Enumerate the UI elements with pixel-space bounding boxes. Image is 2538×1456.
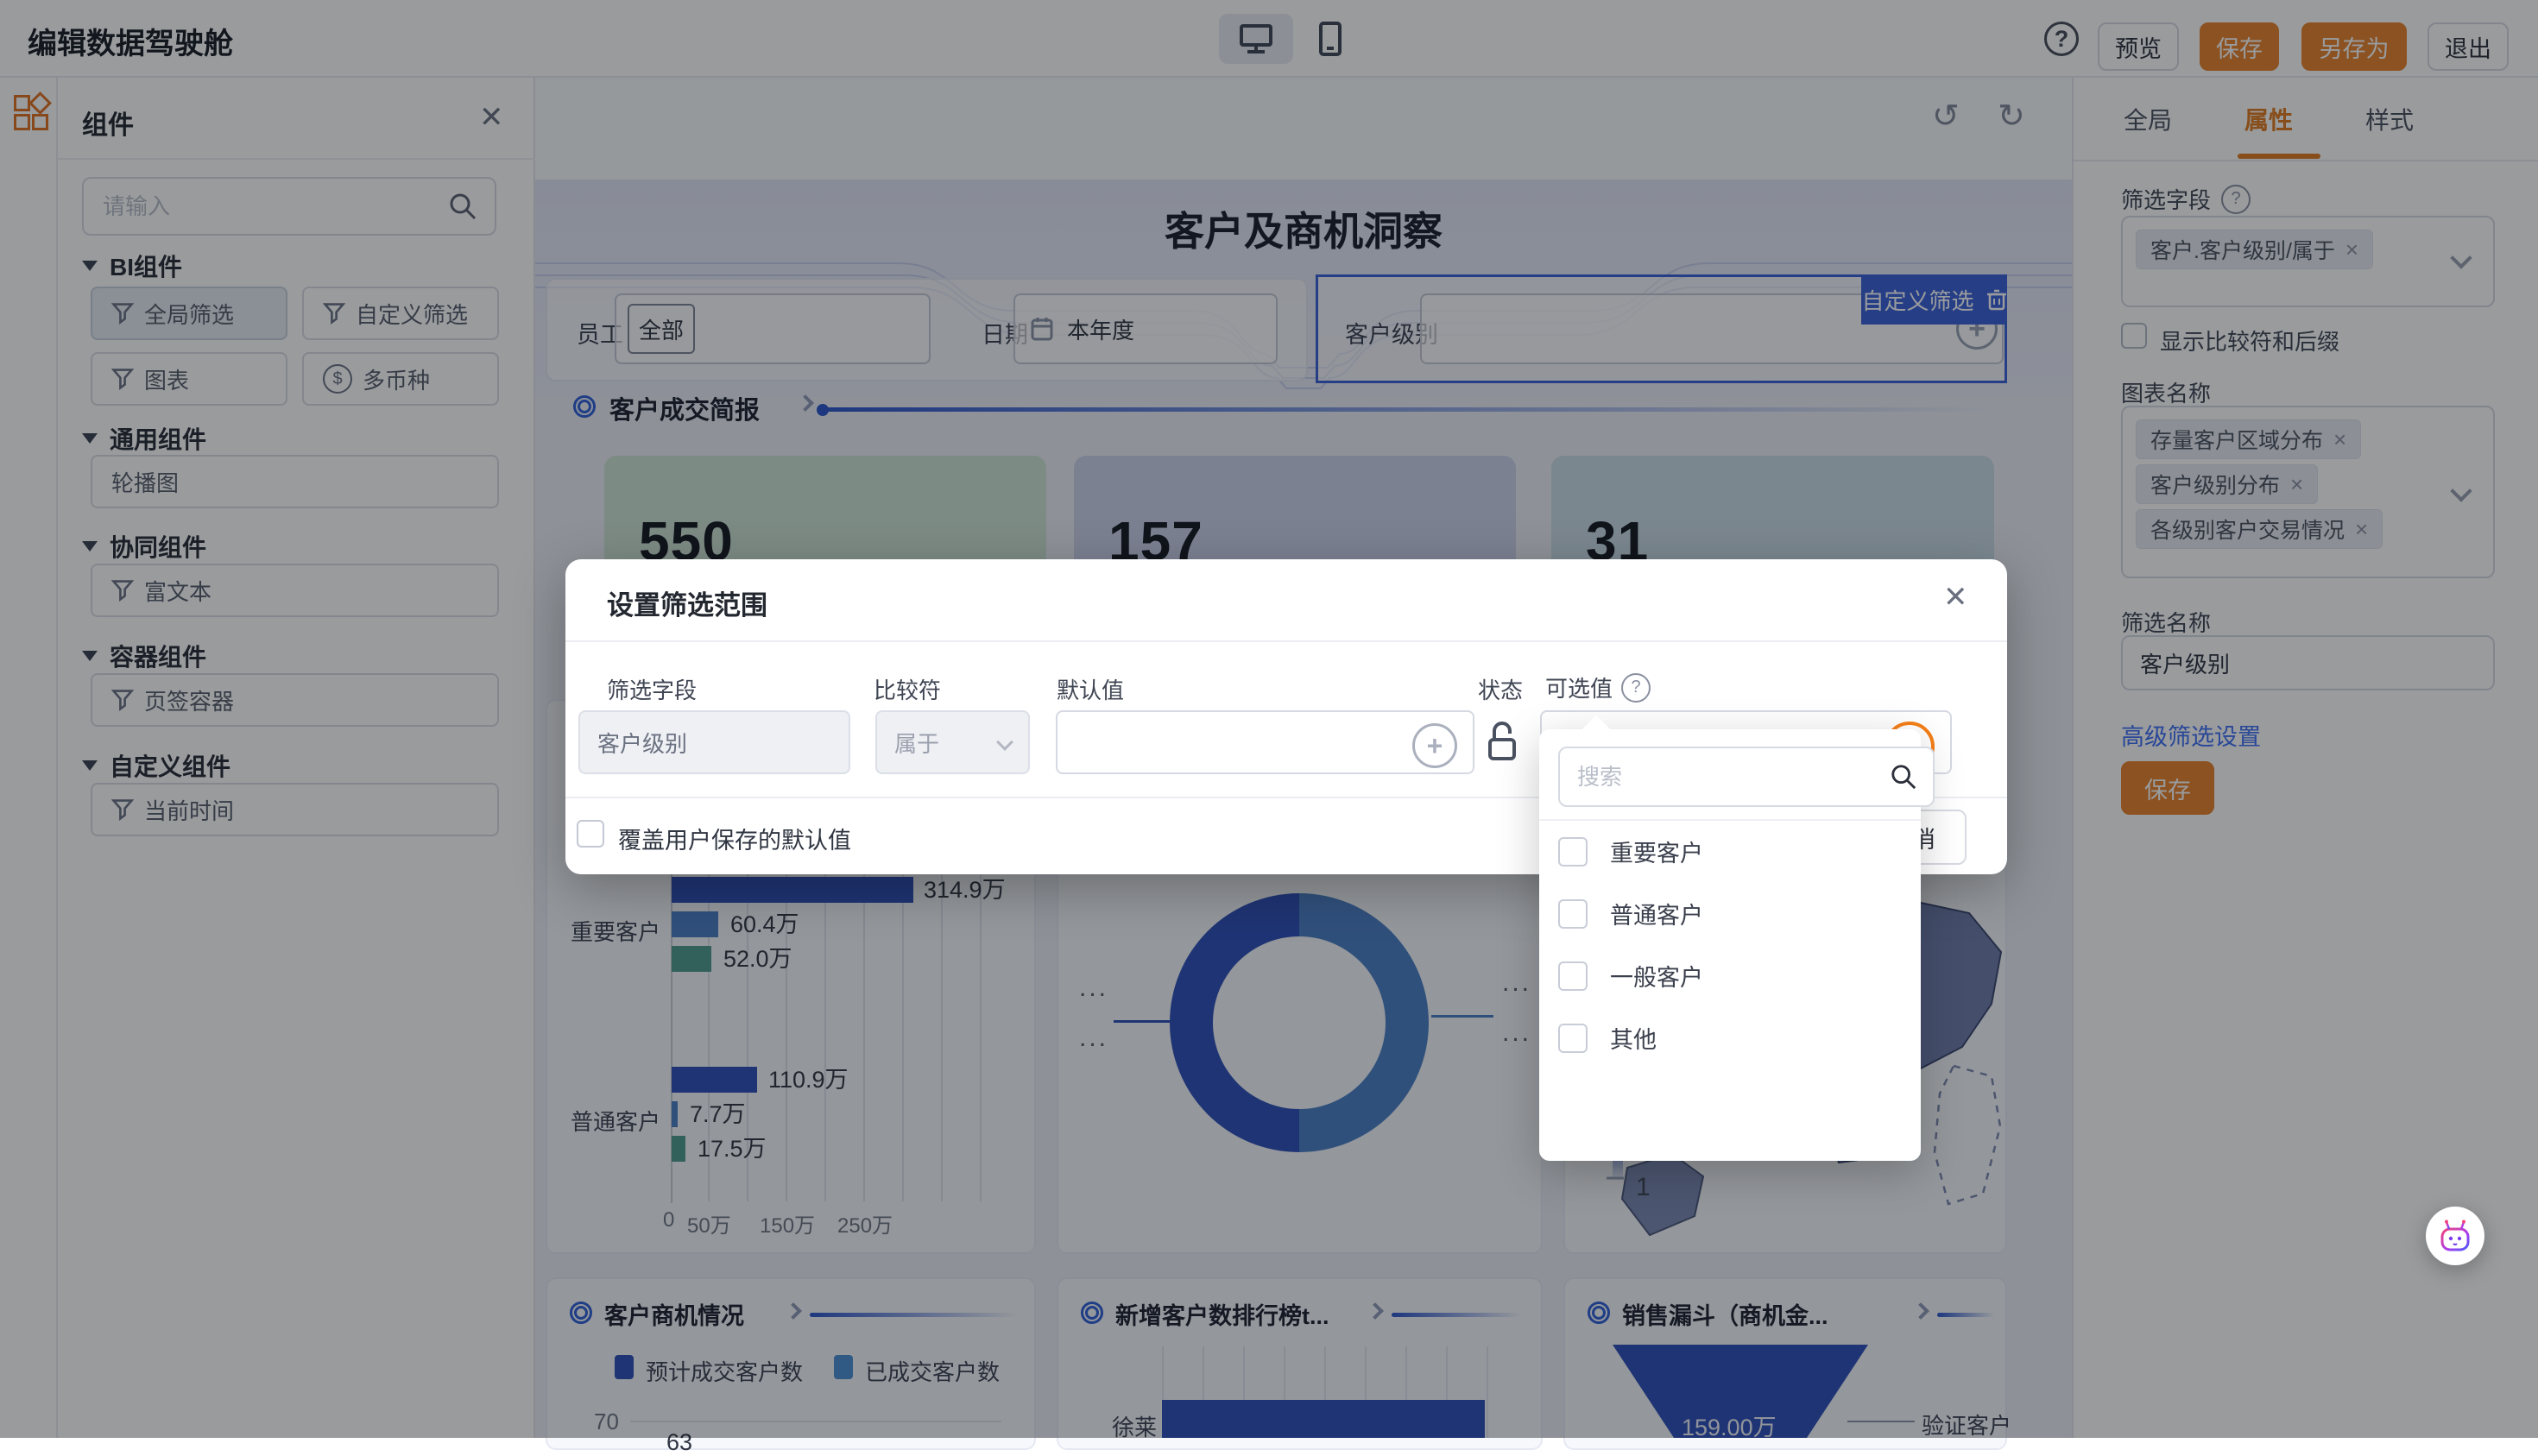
dropdown-search-input[interactable] [1575, 763, 1890, 791]
divider [1539, 819, 1921, 821]
modal-close-icon[interactable]: ✕ [1943, 580, 1968, 615]
modal-comparator-label: 比较符 [874, 673, 941, 705]
modal-comparator-select[interactable]: 属于 [875, 710, 1030, 774]
option-important-customer[interactable]: 重要客户 [1558, 835, 1703, 868]
option-checkbox[interactable] [1558, 961, 1588, 991]
robot-icon [2436, 1219, 2474, 1253]
add-default-value-icon[interactable]: + [1412, 723, 1457, 768]
option-normal-customer[interactable]: 普通客户 [1558, 897, 1703, 930]
option-general-customer[interactable]: 一般客户 [1558, 959, 1703, 993]
modal-default-value-label: 默认值 [1057, 673, 1124, 705]
search-icon [1890, 763, 1917, 791]
question-icon[interactable]: ? [1621, 673, 1651, 703]
divider [565, 640, 2007, 642]
assistant-fab[interactable] [2426, 1207, 2484, 1265]
option-checkbox[interactable] [1558, 899, 1588, 929]
modal-status-label: 状态 [1478, 673, 1523, 705]
unlock-icon[interactable] [1486, 719, 1518, 764]
chevron-down-icon [996, 734, 1013, 751]
option-other[interactable]: 其他 [1558, 1021, 1657, 1055]
modal-options-label-row: 可选值 ? [1545, 671, 1651, 703]
option-checkbox[interactable] [1558, 1024, 1588, 1053]
options-dropdown: 重要客户 普通客户 一般客户 其他 [1539, 729, 1921, 1161]
modal-default-value-input[interactable]: + [1056, 710, 1474, 774]
override-default-checkbox[interactable] [577, 820, 604, 848]
modal-filter-field-input[interactable]: 客户级别 [578, 710, 850, 774]
modal-filter-field-label: 筛选字段 [607, 673, 697, 705]
override-default-label: 覆盖用户保存的默认值 [618, 822, 851, 855]
option-checkbox[interactable] [1558, 837, 1588, 867]
dropdown-search[interactable] [1558, 747, 1935, 807]
modal-title: 设置筛选范围 [607, 583, 767, 622]
